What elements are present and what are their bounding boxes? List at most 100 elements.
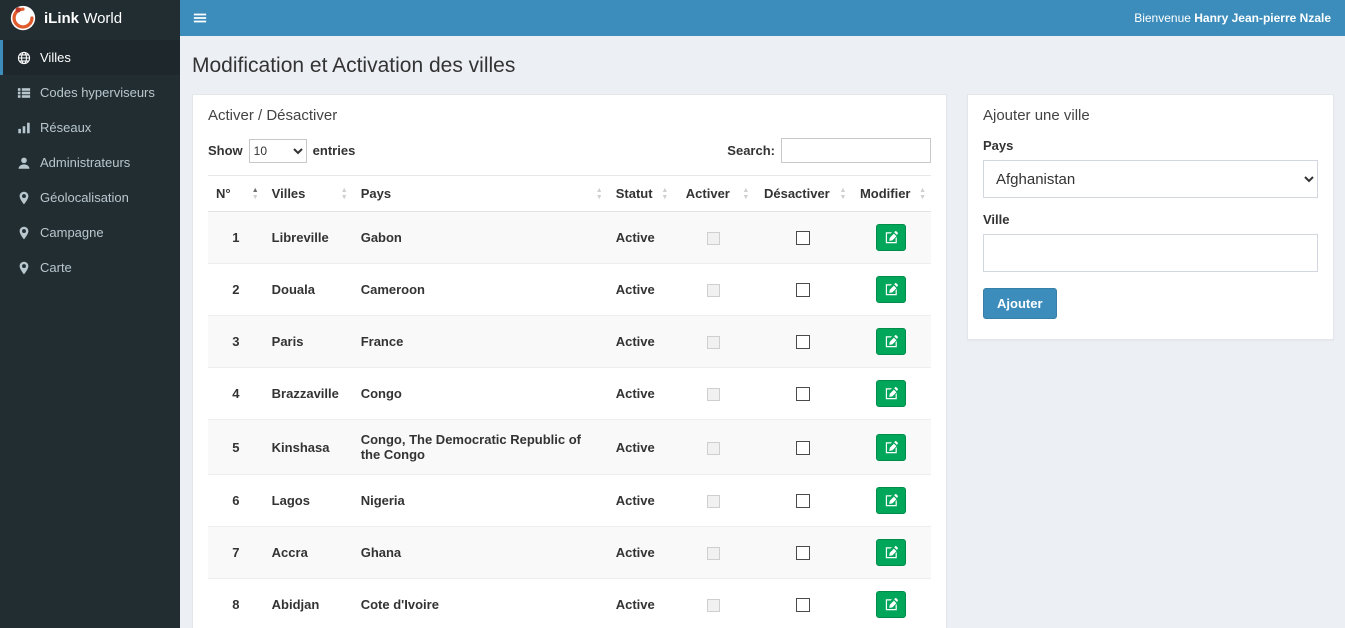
column-header-desactiver[interactable]: Désactiver ▲ ▼ <box>754 175 852 212</box>
cell-num: 2 <box>208 263 264 316</box>
edit-icon <box>885 598 898 611</box>
cell-num: 7 <box>208 526 264 579</box>
cell-statut: Active <box>607 263 674 316</box>
desactiver-checkbox[interactable] <box>795 440 810 455</box>
desactiver-checkbox[interactable] <box>795 387 810 402</box>
cell-statut: Active <box>607 578 674 628</box>
edit-button[interactable] <box>876 433 907 461</box>
cell-ville: Abidjan <box>263 578 353 628</box>
desactiver-checkbox[interactable] <box>795 231 810 246</box>
edit-button[interactable] <box>876 380 907 407</box>
brand-title-light: World <box>83 9 123 27</box>
table-row: 3 Paris France Active <box>208 315 931 368</box>
table-body: 1 Libreville Gabon Active 2 Douala Camer… <box>208 211 931 628</box>
column-header-pays[interactable]: Pays ▲ ▼ <box>352 175 608 212</box>
globe-icon <box>17 51 31 64</box>
activer-checkbox[interactable] <box>707 388 721 402</box>
cell-ville: Brazzaville <box>263 367 353 420</box>
desactiver-checkbox[interactable] <box>795 598 810 613</box>
cell-ville: Libreville <box>263 211 353 264</box>
edit-icon <box>885 335 898 348</box>
activer-checkbox[interactable] <box>707 495 721 509</box>
pays-label: Pays <box>983 138 1014 153</box>
sidebar-item-carte[interactable]: Carte <box>0 250 180 285</box>
sidebar-item-label: Carte <box>40 260 72 275</box>
ville-label: Ville <box>983 212 1010 227</box>
table-row: 5 Kinshasa Congo, The Democratic Republi… <box>208 419 931 475</box>
sort-icon: ▲ ▼ <box>595 186 603 201</box>
cell-statut: Active <box>607 474 674 527</box>
cell-statut: Active <box>607 367 674 420</box>
cell-ville: Lagos <box>263 474 353 527</box>
entries-label: entries <box>312 143 356 158</box>
column-header-num[interactable]: N° ▲ ▼ <box>208 175 264 212</box>
ilink-logo-icon <box>10 5 36 31</box>
table-row: 7 Accra Ghana Active <box>208 526 931 579</box>
main-content: Modification et Activation des villes Ac… <box>180 36 1345 628</box>
cell-num: 5 <box>208 419 264 475</box>
activer-checkbox[interactable] <box>707 284 721 298</box>
search-input[interactable] <box>781 138 931 163</box>
card-title: Ajouter une ville <box>983 107 1090 124</box>
cell-pays: Nigeria <box>352 474 608 527</box>
ajouter-button[interactable]: Ajouter <box>983 288 1057 319</box>
desactiver-checkbox[interactable] <box>795 335 810 350</box>
user-icon <box>18 157 30 169</box>
page-title: Modification et Activation des villes <box>192 54 516 77</box>
column-header-villes[interactable]: Villes ▲ ▼ <box>263 175 353 212</box>
add-city-card: Ajouter une ville Pays Afghanistan Ville… <box>967 94 1334 340</box>
sort-icon: ▲ ▼ <box>661 186 669 201</box>
cell-num: 4 <box>208 367 264 420</box>
cell-ville: Douala <box>263 263 353 316</box>
activer-checkbox[interactable] <box>707 336 721 350</box>
activer-checkbox[interactable] <box>707 599 721 613</box>
sidebar-item-administrateurs[interactable]: Administrateurs <box>0 145 180 180</box>
edit-button[interactable] <box>876 487 907 514</box>
sidebar-item-reseaux[interactable]: Réseaux <box>0 110 180 145</box>
welcome-prefix: Bienvenue <box>1134 11 1191 25</box>
column-header-modifier[interactable]: Modifier ▲ ▼ <box>851 175 931 212</box>
edit-icon <box>885 440 898 453</box>
cell-statut: Active <box>607 419 674 475</box>
brand[interactable]: iLink World <box>0 0 180 36</box>
cell-statut: Active <box>607 526 674 579</box>
edit-button[interactable] <box>876 328 907 355</box>
edit-button[interactable] <box>876 224 907 251</box>
cell-pays: Ghana <box>352 526 608 579</box>
desactiver-checkbox[interactable] <box>795 494 810 509</box>
cell-statut: Active <box>607 211 674 264</box>
hamburger-icon[interactable] <box>180 0 220 36</box>
ville-input[interactable] <box>983 234 1318 272</box>
activer-checkbox[interactable] <box>707 547 721 561</box>
table-row: 1 Libreville Gabon Active <box>208 211 931 264</box>
sidebar-item-geolocalisation[interactable]: Géolocalisation <box>0 180 180 215</box>
brand-title-bold: iLink <box>44 9 80 27</box>
page-length-control: Show 10 entries <box>208 138 356 163</box>
cell-num: 8 <box>208 578 264 628</box>
cell-pays: Congo, The Democratic Republic of the Co… <box>352 419 608 475</box>
activer-checkbox[interactable] <box>707 232 721 246</box>
activate-deactivate-card: Activer / Désactiver Show 10 entries Sea… <box>192 94 947 628</box>
activer-checkbox[interactable] <box>707 441 721 455</box>
edit-button[interactable] <box>876 539 907 566</box>
pays-select[interactable]: Afghanistan <box>983 160 1318 198</box>
sidebar-item-villes[interactable]: Villes <box>0 40 180 75</box>
map-marker-icon <box>19 261 29 274</box>
desactiver-checkbox[interactable] <box>795 283 810 298</box>
edit-icon <box>885 231 898 244</box>
column-header-statut[interactable]: Statut ▲ ▼ <box>607 175 674 212</box>
column-header-activer[interactable]: Activer ▲ ▼ <box>673 175 755 212</box>
sidebar-item-codes-hyperviseurs[interactable]: Codes hyperviseurs <box>0 75 180 110</box>
page-length-select[interactable]: 10 <box>248 138 307 163</box>
edit-button[interactable] <box>876 276 907 303</box>
sidebar-item-label: Administrateurs <box>40 155 131 170</box>
sidebar-item-label: Codes hyperviseurs <box>40 85 155 100</box>
show-label: Show <box>208 143 243 158</box>
sidebar-item-campagne[interactable]: Campagne <box>0 215 180 250</box>
table-row: 8 Abidjan Cote d'Ivoire Active <box>208 578 931 628</box>
desactiver-checkbox[interactable] <box>795 546 810 561</box>
edit-icon <box>885 387 898 400</box>
edit-button[interactable] <box>876 591 907 618</box>
cell-pays: Gabon <box>352 211 608 264</box>
search-label: Search: <box>727 143 775 158</box>
